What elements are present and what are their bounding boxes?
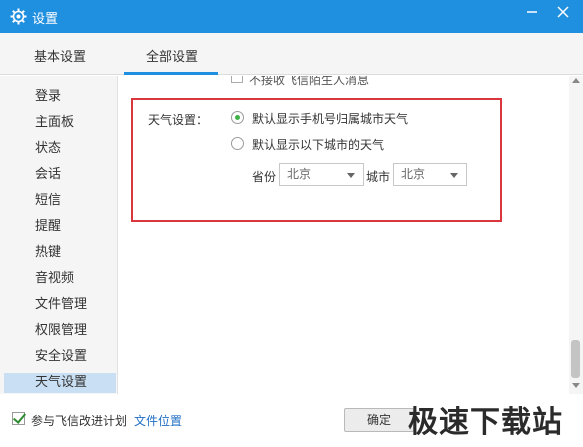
sidebar-item-main-panel[interactable]: 主面板	[4, 113, 116, 133]
scroll-up-icon[interactable]	[572, 78, 580, 83]
tab-all-settings[interactable]: 全部设置	[146, 46, 198, 65]
cut-off-checkbox[interactable]	[231, 76, 243, 83]
close-button[interactable]	[549, 0, 577, 24]
improvement-plan-checkbox[interactable]	[12, 412, 25, 425]
sidebar-item-status[interactable]: 状态	[4, 139, 116, 159]
file-location-link[interactable]: 文件位置	[134, 412, 182, 429]
radio-custom-city-weather-label: 默认显示以下城市的天气	[252, 138, 385, 152]
ok-button[interactable]: 确定	[344, 408, 414, 432]
sidebar-item-permission-management[interactable]: 权限管理	[4, 321, 116, 341]
scroll-down-icon[interactable]	[572, 383, 580, 388]
sidebar-item-weather-settings[interactable]: 天气设置	[4, 373, 116, 393]
sidebar: 登录 主面板 状态 会话 短信 提醒 热键 音视频 文件管理 权限管理 安全设置…	[0, 76, 118, 394]
sidebar-item-hotkey[interactable]: 热键	[4, 243, 116, 263]
province-label: 省份	[252, 170, 277, 184]
radio-phone-city-weather[interactable]	[231, 111, 244, 124]
city-label: 城市	[366, 170, 391, 184]
gear-icon	[10, 8, 27, 25]
tab-bar: 基本设置 全部设置	[0, 33, 583, 75]
watermark-text: 极速下载站	[408, 405, 563, 440]
tab-basic-settings[interactable]: 基本设置	[34, 46, 86, 65]
radio-custom-city-weather[interactable]	[231, 137, 244, 150]
chevron-down-icon	[347, 173, 355, 178]
scrollbar-thumb[interactable]	[571, 340, 580, 378]
minimize-button[interactable]	[518, 0, 546, 24]
tab-active-indicator	[124, 72, 218, 75]
title-bar: 设置	[0, 0, 583, 33]
sidebar-item-security-settings[interactable]: 安全设置	[4, 347, 116, 367]
sidebar-item-file-management[interactable]: 文件管理	[4, 295, 116, 315]
improvement-plan-label: 参与飞信改进计划	[31, 414, 128, 428]
window-title: 设置	[32, 12, 59, 27]
sidebar-item-session[interactable]: 会话	[4, 165, 116, 185]
province-value: 北京	[287, 167, 312, 181]
sidebar-item-sms[interactable]: 短信	[4, 191, 116, 211]
city-value: 北京	[401, 167, 426, 181]
sidebar-item-audio-video[interactable]: 音视频	[4, 269, 116, 289]
weather-settings-label: 天气设置：	[148, 113, 209, 127]
content-scrollbar[interactable]	[569, 76, 583, 394]
sidebar-item-login[interactable]: 登录	[4, 87, 116, 107]
province-select[interactable]: 北京	[279, 163, 364, 186]
sidebar-item-reminder[interactable]: 提醒	[4, 217, 116, 237]
city-select[interactable]: 北京	[393, 163, 467, 186]
radio-phone-city-weather-label: 默认显示手机号归属城市天气	[252, 112, 409, 126]
chevron-down-icon	[450, 173, 458, 178]
footer: 参与飞信改进计划 文件位置 确定 极速下载站	[0, 395, 583, 447]
cut-off-option-text: 不接收飞信陌生人消息	[249, 76, 370, 87]
